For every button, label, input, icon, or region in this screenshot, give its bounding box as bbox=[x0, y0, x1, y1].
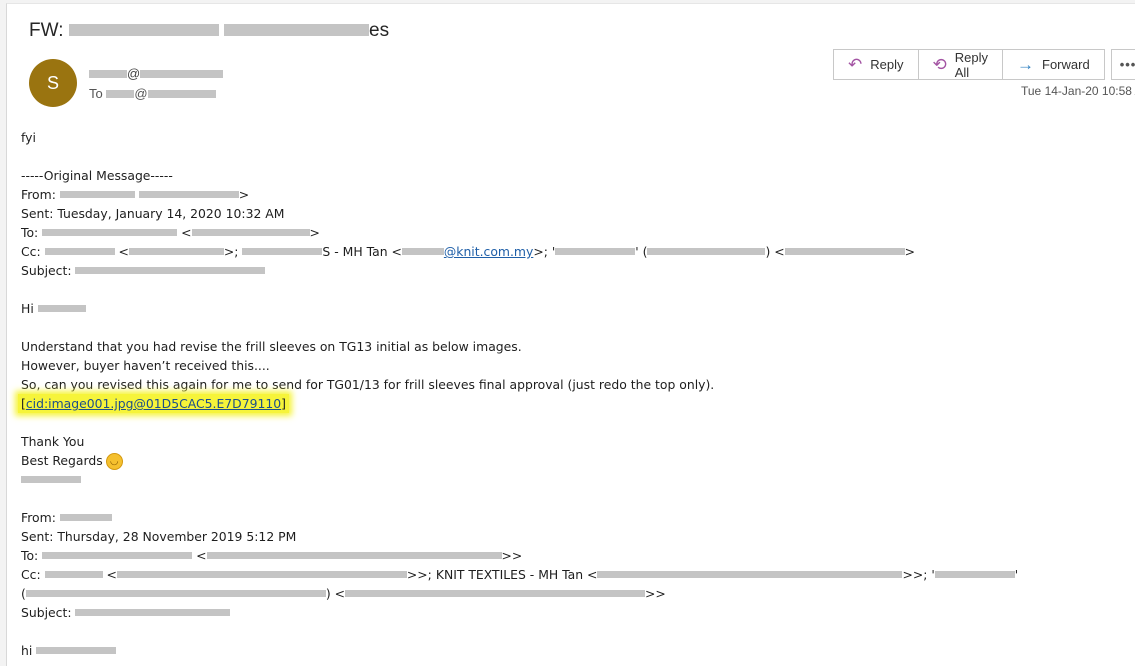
orig1-to-email-link[interactable] bbox=[191, 225, 310, 240]
body-paragraph-line: Understand that you had revise the frill… bbox=[21, 339, 522, 354]
reply-button[interactable]: ↶ Reply bbox=[833, 49, 919, 80]
orig1-to: To: < > bbox=[21, 225, 320, 240]
forward-arrow-icon: → bbox=[1017, 55, 1034, 74]
signature-name bbox=[21, 470, 1131, 489]
redacted-text bbox=[21, 475, 81, 484]
body-line: fyi bbox=[21, 130, 36, 145]
body-paragraph-line: However, buyer haven’t received this.... bbox=[21, 358, 270, 373]
orig1-sent: Sent: Tuesday, January 14, 2020 10:32 AM bbox=[21, 206, 285, 221]
orig1-from: From: > bbox=[21, 187, 250, 202]
orig1-cc-email-link-2[interactable] bbox=[647, 244, 766, 259]
orig2-sent: Sent: Thursday, 28 November 2019 5:12 PM bbox=[21, 529, 297, 544]
reply-all-icon: ⟲ bbox=[932, 55, 947, 74]
redacted-text bbox=[75, 608, 231, 617]
orig2-to-email-link[interactable] bbox=[206, 548, 502, 563]
reply-icon: ↶ bbox=[848, 55, 863, 74]
greeting-hi-2: hi bbox=[21, 641, 1131, 660]
redacted-text bbox=[934, 570, 1015, 579]
redacted-text bbox=[42, 551, 193, 560]
orig2-cc-knit-link[interactable] bbox=[597, 567, 903, 582]
more-actions-button[interactable]: ••• bbox=[1110, 49, 1135, 80]
message-body: fyi -----Original Message----- From: > S… bbox=[18, 128, 1131, 660]
redacted-text bbox=[44, 570, 103, 579]
orig1-subject: Subject: bbox=[21, 261, 1131, 280]
highlighted-image-placeholder: [cid:image001.jpg@01D5CAC5.E7D79110] bbox=[18, 394, 1131, 413]
redacted-text bbox=[140, 69, 224, 78]
redacted-text bbox=[42, 228, 178, 237]
sender-avatar[interactable]: S bbox=[29, 59, 77, 107]
received-date: Tue 14-Jan-20 10:58 A bbox=[1021, 84, 1135, 98]
orig2-to: To: < >> bbox=[21, 548, 523, 563]
greeting-hi: Hi bbox=[21, 299, 1131, 318]
reply-all-button[interactable]: ⟲ Reply All bbox=[918, 49, 1003, 80]
image-cid-link[interactable]: cid:image001.jpg@01D5CAC5.E7D79110 bbox=[26, 396, 281, 411]
orig2-from: From: bbox=[21, 508, 1131, 527]
redacted-text bbox=[555, 247, 636, 256]
redacted-text bbox=[68, 24, 219, 36]
redacted-text bbox=[75, 266, 266, 275]
forward-button[interactable]: → Forward bbox=[1003, 49, 1105, 80]
redacted-text bbox=[59, 190, 135, 199]
redacted-text bbox=[89, 69, 127, 78]
thanks-line: Thank You bbox=[21, 434, 85, 449]
sender-address[interactable]: @ bbox=[89, 66, 224, 81]
smiley-emoji-icon: ◡ bbox=[105, 453, 123, 470]
recipient-line: To @ bbox=[89, 86, 216, 101]
orig2-cc: Cc: < >>; KNIT TEXTILES - MH Tan < >>; ' ' bbox=[21, 567, 1019, 582]
redacted-text bbox=[147, 89, 216, 98]
orig2-cc-email-link-3[interactable] bbox=[345, 586, 645, 601]
reading-pane: FW: es S @ To @ ↶ Reply ⟲ Reply All → Fo… bbox=[6, 3, 1135, 666]
orig1-cc-email-link-3[interactable] bbox=[784, 244, 905, 259]
redacted-text bbox=[44, 247, 115, 256]
original-message-header: -----Original Message----- bbox=[21, 168, 173, 183]
redacted-text bbox=[106, 89, 135, 98]
redacted-text bbox=[242, 247, 323, 256]
regards-line: Best Regards ◡ bbox=[21, 451, 1131, 470]
redacted-text bbox=[36, 646, 117, 655]
orig1-cc-email-link[interactable] bbox=[128, 244, 224, 259]
redacted-text bbox=[224, 24, 370, 36]
redacted-text bbox=[59, 513, 112, 522]
orig2-cc-email-link[interactable] bbox=[116, 567, 407, 582]
orig2-subject: Subject: bbox=[21, 603, 1131, 622]
orig1-from-email-link[interactable] bbox=[138, 187, 239, 202]
redacted-text bbox=[37, 304, 86, 313]
orig2-cc-continued: () < >> bbox=[21, 586, 666, 601]
orig1-cc-knit-link[interactable]: @knit.com.my bbox=[401, 244, 533, 259]
email-subject: FW: es bbox=[29, 20, 390, 41]
message-toolbar: ↶ Reply ⟲ Reply All → Forward ••• bbox=[833, 49, 1135, 80]
orig2-cc-email-link-2[interactable] bbox=[25, 586, 326, 601]
more-icon: ••• bbox=[1119, 57, 1135, 72]
body-paragraph-line: So, can you revised this again for me to… bbox=[21, 377, 715, 392]
orig1-cc: Cc: < >; S - MH Tan < @knit.com.my>; ' ' ()… bbox=[21, 244, 915, 259]
